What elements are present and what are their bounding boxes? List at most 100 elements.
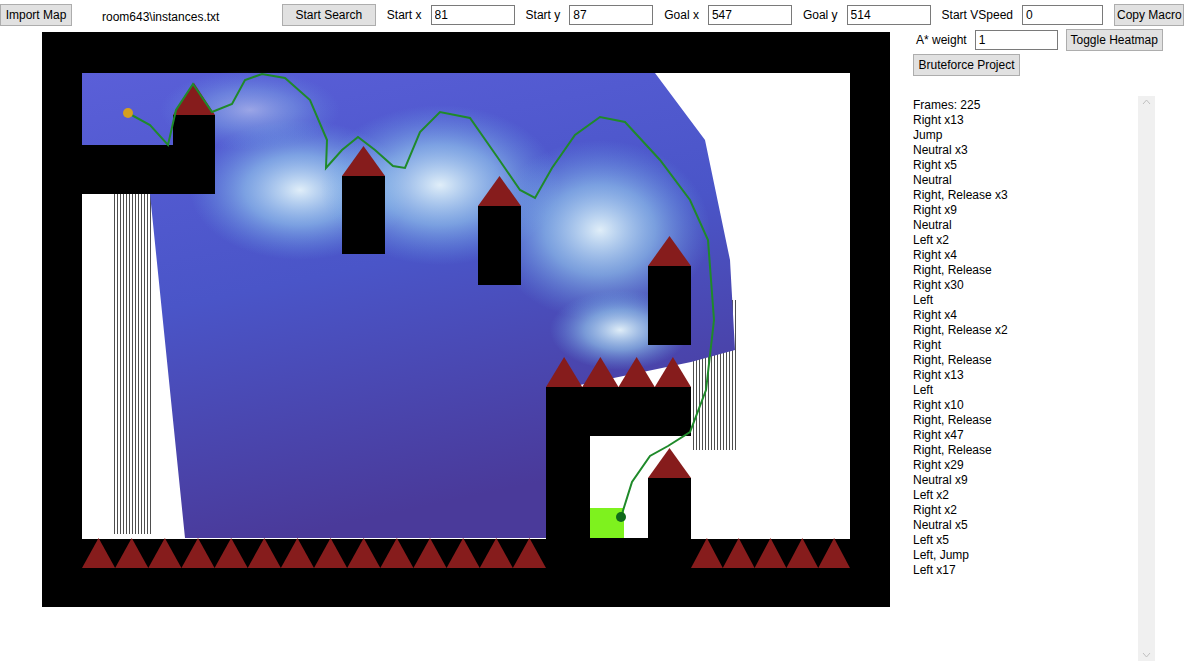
wall-block — [546, 538, 691, 568]
field-input[interactable] — [569, 5, 653, 25]
spike — [148, 538, 181, 568]
map-frame — [42, 32, 890, 607]
macro-steps: Frames: 225Right x13JumpNeutral x3Right … — [913, 96, 1138, 661]
macro-step: Left, Jump — [913, 548, 1138, 563]
macro-step: Right — [913, 338, 1138, 353]
bruteforce-row: Bruteforce Project — [913, 54, 1184, 76]
macro-step: Right, Release x3 — [913, 188, 1138, 203]
macro-step: Right, Release — [913, 443, 1138, 458]
frames-count: Frames: 225 — [913, 98, 1138, 113]
macro-step: Right x29 — [913, 458, 1138, 473]
toolbar-field: Start x — [387, 5, 515, 25]
macro-step: Right x30 — [913, 278, 1138, 293]
macro-step: Left — [913, 383, 1138, 398]
spike — [115, 538, 148, 568]
macro-step: Left x5 — [913, 533, 1138, 548]
spike — [413, 538, 446, 568]
room-interior — [82, 73, 850, 539]
toggle-heatmap-button[interactable]: Toggle Heatmap — [1066, 29, 1163, 51]
wall-block — [546, 387, 691, 436]
macro-step: Jump — [913, 128, 1138, 143]
field-label: Goal x — [664, 8, 699, 22]
solution-path — [128, 74, 714, 517]
macro-step: Right x10 — [913, 398, 1138, 413]
macro-step: Right x9 — [913, 203, 1138, 218]
pathfinder-window: Import Map room643\instances.txtStart Sea… — [0, 0, 1184, 661]
copy-macro-button[interactable]: Copy Macro — [1114, 4, 1184, 26]
spike — [723, 538, 755, 568]
scrollbar[interactable] — [1138, 96, 1155, 661]
macro-step: Right x4 — [913, 248, 1138, 263]
macro-step: Left — [913, 293, 1138, 308]
macro-step: Right x2 — [913, 503, 1138, 518]
field-input[interactable] — [847, 5, 931, 25]
field-label: Goal y — [803, 8, 838, 22]
map-canvas[interactable] — [42, 32, 890, 607]
wall-block — [82, 145, 215, 194]
macro-step: Right, Release x2 — [913, 323, 1138, 338]
macro-step: Neutral x3 — [913, 143, 1138, 158]
toolbar-field: Goal x — [664, 5, 792, 25]
spike — [215, 538, 248, 568]
toolbar-field: Start y — [526, 5, 654, 25]
spike — [447, 538, 480, 568]
wall-block — [173, 115, 215, 146]
toolbar-field: Goal y — [803, 5, 931, 25]
spike — [691, 538, 723, 568]
field-input[interactable] — [431, 5, 515, 25]
start-marker — [123, 108, 133, 118]
spike — [546, 357, 582, 387]
weight-input[interactable] — [975, 30, 1058, 50]
main-area: A* weightToggle Heatmap Bruteforce Projec… — [0, 30, 1184, 661]
side-panel: A* weightToggle Heatmap Bruteforce Projec… — [913, 30, 1184, 661]
field-label: Start VSpeed — [942, 8, 1013, 22]
macro-step: Left x2 — [913, 233, 1138, 248]
wall-block — [478, 206, 521, 285]
spike — [342, 146, 385, 176]
macro-step: Right x47 — [913, 428, 1138, 443]
bruteforce-button[interactable]: Bruteforce Project — [913, 54, 1020, 76]
spike — [314, 538, 347, 568]
macro-step: Right x13 — [913, 113, 1138, 128]
macro-step: Right x13 — [913, 368, 1138, 383]
spike — [173, 83, 215, 115]
macro-step: Left x2 — [913, 488, 1138, 503]
spike — [513, 538, 546, 568]
spike — [582, 357, 618, 387]
macro-step: Neutral — [913, 173, 1138, 188]
spike — [648, 236, 691, 266]
heatmap — [82, 70, 737, 538]
copy-field: Copy Macro — [1114, 4, 1184, 26]
field-label: Start x — [387, 8, 422, 22]
spike — [347, 538, 380, 568]
spike — [818, 538, 850, 568]
field-label: Start y — [526, 8, 561, 22]
spike — [786, 538, 818, 568]
spike — [380, 538, 413, 568]
spike — [181, 538, 214, 568]
scroll-down-icon[interactable] — [1142, 652, 1151, 658]
spike — [248, 538, 281, 568]
scroll-up-icon[interactable] — [1142, 99, 1151, 105]
macro-list[interactable]: Frames: 225Right x13JumpNeutral x3Right … — [913, 96, 1155, 661]
macro-step: Neutral x9 — [913, 473, 1138, 488]
macro-step: Right, Release — [913, 413, 1138, 428]
start-search-button[interactable]: Start Search — [282, 4, 376, 26]
field-input[interactable] — [1022, 5, 1103, 25]
spike — [480, 538, 513, 568]
goal-marker — [616, 512, 626, 522]
macro-step: Right, Release — [913, 353, 1138, 368]
toolbar-field: Start VSpeed — [942, 5, 1103, 25]
spike — [619, 357, 655, 387]
macro-step: Neutral x5 — [913, 518, 1138, 533]
toolbar: Import Map room643\instances.txtStart Sea… — [0, 0, 1184, 30]
macro-step: Right x5 — [913, 158, 1138, 173]
spike — [755, 538, 787, 568]
file-label: room643\instances.txt — [102, 6, 282, 24]
weight-row: A* weightToggle Heatmap — [913, 30, 1184, 50]
macro-step: Right, Release — [913, 263, 1138, 278]
macro-step: Right x4 — [913, 308, 1138, 323]
field-input[interactable] — [708, 5, 792, 25]
spike — [281, 538, 314, 568]
import-map-button[interactable]: Import Map — [0, 4, 72, 26]
